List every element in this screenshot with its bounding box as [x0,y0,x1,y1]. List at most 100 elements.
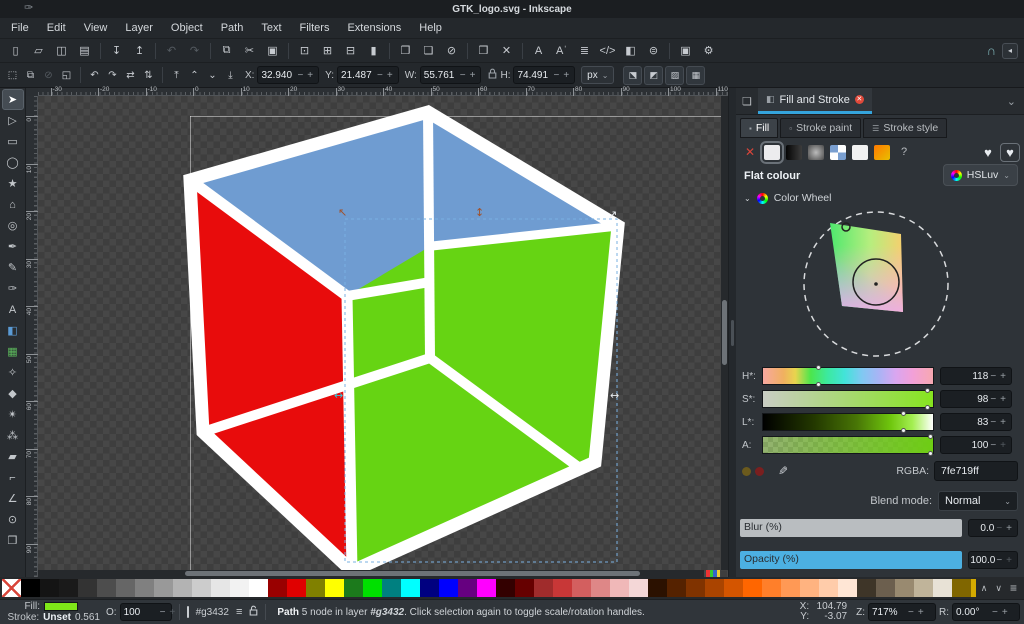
dialog-icon[interactable]: ▣ [675,41,696,61]
layer-lock-icon[interactable] [249,605,258,619]
swatch-heart-icon[interactable]: ♥ [980,145,996,160]
bezier-tool[interactable]: ✒ [2,236,24,257]
blend-mode-dropdown[interactable]: Normal⌄ [938,491,1018,511]
palette-swatch[interactable] [496,579,515,597]
unlink-clone-icon[interactable]: ⊘ [441,41,462,61]
lightness-input[interactable]: 83−+ [940,413,1012,431]
menu-edit[interactable]: Edit [38,20,75,36]
menu-file[interactable]: File [2,20,38,36]
dropper-tool[interactable]: ✧ [2,362,24,383]
open-document-icon[interactable]: ▱ [28,41,49,61]
zoom-tool[interactable]: ⊙ [2,509,24,530]
select-all-icon[interactable]: ⬚ [4,66,21,84]
rotate-ccw-icon[interactable]: ↶ [86,66,103,84]
palette-swatch[interactable] [439,579,458,597]
align-dialog-icon[interactable]: ⊜ [643,41,664,61]
vertical-scrollbar[interactable] [721,96,728,570]
color-managed-icon[interactable] [706,570,720,577]
measure-tool[interactable]: ∠ [2,488,24,509]
unknown-paint-icon[interactable]: ? [896,145,912,160]
palette-swatch[interactable] [325,579,344,597]
linear-gradient-icon[interactable] [786,145,802,160]
xml-editor-icon[interactable]: </> [597,41,618,61]
menu-path[interactable]: Path [212,20,253,36]
palette-swatch[interactable] [800,579,819,597]
paste-icon[interactable]: ▣ [262,41,283,61]
tab-stroke-style[interactable]: ☰Stroke style [863,118,947,138]
palette-swatch[interactable] [629,579,648,597]
palette-swatch[interactable] [857,579,876,597]
fill-stroke-tab[interactable]: ◧ Fill and Stroke ✕ [758,88,872,114]
spray-tool[interactable]: ⁂ [2,425,24,446]
document-icon[interactable]: ❏ [736,95,758,108]
palette-swatch[interactable] [40,579,59,597]
horizontal-scrollbar[interactable] [38,570,704,577]
menu-object[interactable]: Object [162,20,212,36]
menu-text[interactable]: Text [252,20,290,36]
tab-fill[interactable]: ▪Fill [740,118,778,138]
palette-swatch[interactable] [781,579,800,597]
palette-scroll-up-icon[interactable]: ∧ [978,583,991,594]
blur-input[interactable]: 0.0−+ [968,519,1018,537]
palette-scroll-down-icon[interactable]: ∨ [992,583,1005,594]
chevron-down-icon[interactable]: ⌄ [1007,95,1024,108]
layer-visibility-icon[interactable] [187,606,189,618]
palette-swatch[interactable] [572,579,591,597]
color-picker-dropdown[interactable]: HSLuv ⌄ [943,164,1018,186]
spiral-tool[interactable]: ◎ [2,215,24,236]
palette-swatch[interactable] [876,579,895,597]
calligraphy-tool[interactable]: ✑ [2,278,24,299]
undo-icon[interactable]: ↶ [161,41,182,61]
alpha-slider[interactable] [762,436,934,454]
palette-swatch[interactable] [686,579,705,597]
y-input[interactable]: 21.487−+ [337,66,399,84]
palette-swatch[interactable] [819,579,838,597]
eyedropper-icon[interactable]: ✎ [778,464,788,478]
scale-stroke-toggle[interactable]: ⬔ [623,66,642,85]
menu-view[interactable]: View [75,20,117,36]
raise-icon[interactable]: ⌃ [186,66,203,84]
menu-filters[interactable]: Filters [291,20,339,36]
palette-swatch[interactable] [116,579,135,597]
palette-swatch[interactable] [192,579,211,597]
no-paint-icon[interactable]: ✕ [742,145,758,160]
menu-help[interactable]: Help [410,20,451,36]
preferences-icon[interactable]: ⚙ [698,41,719,61]
canvas-viewport[interactable]: ↖ ↕ ↔ ↔ ↗ [38,96,728,577]
palette-swatch[interactable] [78,579,97,597]
radial-gradient-icon[interactable] [808,145,824,160]
create-clone-icon[interactable]: ❏ [418,41,439,61]
palette-swatch[interactable] [230,579,249,597]
flip-vertical-icon[interactable]: ⇅ [140,66,157,84]
connector-tool[interactable]: ⌐ [2,467,24,488]
saturation-slider[interactable] [762,390,934,408]
h-input[interactable]: 74.491−+ [513,66,575,84]
swatch-paint-icon[interactable] [852,145,868,160]
palette-swatch[interactable] [458,579,477,597]
selection-bbox-icon[interactable]: ◱ [58,66,75,84]
scale-corners-toggle[interactable]: ◩ [644,66,663,85]
node-tool[interactable]: ▷ [2,110,24,131]
zoom-page-icon[interactable]: ⊟ [340,41,361,61]
selector-tool[interactable]: ➤ [2,89,24,110]
flat-color-icon[interactable] [764,145,780,160]
palette-swatch[interactable] [287,579,306,597]
fill-swatch[interactable] [44,602,78,611]
cut-icon[interactable]: ✂ [239,41,260,61]
palette-swatch[interactable] [382,579,401,597]
zoom-drawing-icon[interactable]: ⊞ [317,41,338,61]
saturation-input[interactable]: 98−+ [940,390,1012,408]
snap-toggle-icon[interactable]: ∩ [987,43,996,58]
font-dialog-icon[interactable]: Aˈ [551,41,572,61]
display-mode-icon[interactable]: ▮ [363,41,384,61]
eraser-tool[interactable]: ▰ [2,446,24,467]
rotation-input[interactable]: 0.00°−+ [952,603,1020,621]
menu-extensions[interactable]: Extensions [338,20,410,36]
group-icon[interactable]: ❒ [473,41,494,61]
zoom-input[interactable]: 717%−+ [868,603,936,621]
palette-menu-icon[interactable]: ≡ [1007,581,1020,595]
opacity-input[interactable]: 100.0−+ [968,551,1018,569]
palette-swatch[interactable] [401,579,420,597]
ellipse-tool[interactable]: ◯ [2,152,24,173]
palette-swatch[interactable] [914,579,933,597]
